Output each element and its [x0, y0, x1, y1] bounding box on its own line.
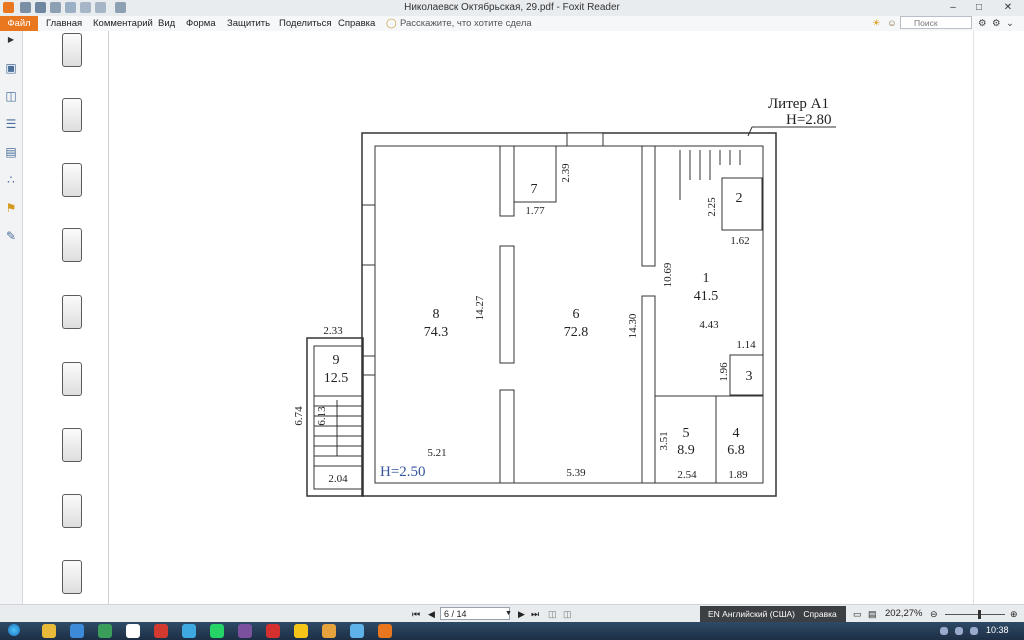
telegram-icon[interactable]: [350, 624, 364, 638]
room-8-number: 8: [433, 307, 440, 322]
room-2-number: 2: [736, 191, 743, 206]
dim-2-04: 2.04: [328, 473, 348, 485]
dim-4-43: 4.43: [699, 319, 719, 331]
battery-icon[interactable]: [970, 627, 978, 635]
single-page-icon[interactable]: ▭: [853, 608, 862, 620]
room-4-area: 6.8: [727, 443, 745, 458]
room-5-number: 5: [683, 426, 690, 441]
language-indicator: EN Английский (США) Справка: [700, 606, 846, 622]
floor-plan-drawing: 8 74.3 6 72.8 1 41.5 7 2 3 5 8.9 4 6.8 9…: [293, 96, 836, 497]
dim-2-33: 2.33: [323, 325, 343, 337]
previous-page-icon[interactable]: ◀: [428, 608, 435, 620]
help-label[interactable]: Справка: [803, 609, 836, 619]
zoom-out-icon[interactable]: ⊖: [930, 608, 938, 620]
room-5-area: 8.9: [677, 443, 695, 458]
dim-10-69: 10.69: [662, 262, 674, 287]
yandex-icon[interactable]: [266, 624, 280, 638]
next-page-icon[interactable]: ▶: [518, 608, 525, 620]
room-9-area: 12.5: [324, 371, 349, 386]
ie-icon[interactable]: [70, 624, 84, 638]
dim-14-27: 14.27: [474, 295, 486, 320]
network-icon[interactable]: [940, 627, 948, 635]
volume-icon[interactable]: [955, 627, 963, 635]
room-7-number: 7: [531, 182, 538, 197]
dim-3-51: 3.51: [658, 431, 670, 450]
language-label[interactable]: EN Английский (США): [708, 609, 795, 619]
room-3-number: 3: [746, 369, 753, 384]
dim-1-96: 1.96: [718, 362, 730, 382]
page-dropdown-icon[interactable]: ▼: [505, 608, 512, 620]
status-bar: ⏮ ◀ 6 / 14 ▼ ▶ ⏭ ◫ ◫ EN Английский (США)…: [0, 604, 1024, 623]
foxit-reader-icon[interactable]: [378, 624, 392, 638]
next-view-icon[interactable]: ◫: [563, 608, 572, 620]
main-height-label: Н=2.80: [786, 112, 832, 128]
taskbar-clock[interactable]: 10:38: [986, 625, 1009, 635]
previous-view-icon[interactable]: ◫: [548, 608, 557, 620]
continuous-page-icon[interactable]: ▤: [868, 608, 877, 620]
left-height-label: Н=2.50: [380, 464, 426, 480]
room-6-area: 72.8: [564, 325, 589, 340]
room-8-area: 74.3: [424, 325, 449, 340]
liter-label: Литер А1: [768, 96, 829, 112]
dim-2-25: 2.25: [706, 197, 718, 217]
last-page-icon[interactable]: ⏭: [531, 608, 539, 620]
zoom-level[interactable]: 202,27%: [885, 608, 923, 619]
viber-icon[interactable]: [238, 624, 252, 638]
folder-icon[interactable]: [322, 624, 336, 638]
dim-14-30: 14.30: [627, 313, 639, 338]
opera-icon[interactable]: [154, 624, 168, 638]
room-9-number: 9: [333, 353, 340, 368]
dim-1-89: 1.89: [728, 469, 748, 481]
windows-taskbar: 10:38: [0, 622, 1024, 640]
dim-2-39: 2.39: [560, 163, 572, 183]
zoom-slider[interactable]: [945, 614, 1005, 615]
explorer-icon[interactable]: [42, 624, 56, 638]
zoom-slider-thumb[interactable]: [978, 610, 981, 619]
room-6-number: 6: [573, 307, 580, 322]
first-page-icon[interactable]: ⏮: [412, 608, 420, 620]
dim-2-54: 2.54: [677, 469, 697, 481]
dim-5-39: 5.39: [566, 467, 586, 479]
dim-6-13: 6.13: [316, 406, 328, 426]
dim-5-21: 5.21: [427, 447, 446, 459]
page-number-input[interactable]: 6 / 14: [440, 607, 510, 620]
start-button[interactable]: [8, 624, 20, 636]
yandex-browser-icon[interactable]: [294, 624, 308, 638]
zoom-in-icon[interactable]: ⊕: [1010, 608, 1018, 620]
dim-6-74: 6.74: [293, 406, 305, 426]
dim-1-77: 1.77: [525, 205, 545, 217]
room-4-number: 4: [733, 426, 740, 441]
dim-1-14: 1.14: [736, 339, 756, 351]
room-1-area: 41.5: [694, 289, 719, 304]
whatsapp-icon[interactable]: [210, 624, 224, 638]
skype-icon[interactable]: [182, 624, 196, 638]
app-icon[interactable]: [126, 624, 140, 638]
dim-1-62: 1.62: [730, 235, 749, 247]
media-icon[interactable]: [98, 624, 112, 638]
room-1-number: 1: [703, 271, 710, 286]
